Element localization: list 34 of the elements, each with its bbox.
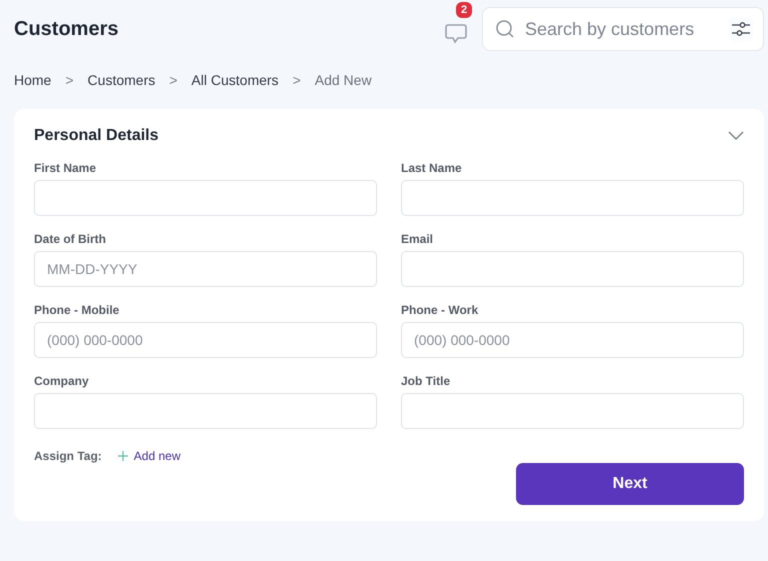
input-field[interactable] [34, 393, 377, 429]
chevron-icon[interactable] [728, 131, 744, 141]
filter-button[interactable] [729, 17, 753, 41]
field-label: Date of Birth [34, 232, 107, 246]
input-field[interactable]: (000) 000-0000 [34, 322, 377, 358]
search-field[interactable]: Search by customers [482, 7, 764, 51]
input-field[interactable]: MM-DD-YYYY [34, 251, 377, 287]
field-label: First Name [34, 161, 98, 175]
breadcrumb-separator: > [169, 72, 178, 88]
add-tag-link[interactable]: Add new [118, 449, 180, 463]
breadcrumb-link[interactable]: All Customers [191, 72, 279, 88]
input-field[interactable] [401, 180, 744, 216]
tag-label: Assign Tag: [34, 449, 102, 463]
field-label: Company [34, 374, 90, 388]
breadcrumb-separator: > [292, 72, 301, 88]
next-button[interactable]: Next [516, 463, 744, 505]
field-label: Phone - Work [401, 303, 480, 317]
section-title: Personal Details [34, 127, 158, 145]
input-field[interactable]: (000) 000-0000 [401, 322, 744, 358]
field-label: Phone - Mobile [34, 303, 120, 317]
field-label: Job Title [401, 374, 452, 388]
sliders-icon [731, 21, 751, 37]
notification-badge: 2 [456, 2, 472, 18]
field-label: Last Name [401, 161, 463, 175]
input-field[interactable] [401, 393, 744, 429]
input-field[interactable] [401, 251, 744, 287]
field-label: Email [401, 232, 434, 246]
input-field[interactable] [34, 180, 377, 216]
breadcrumb-separator: > [65, 72, 74, 88]
plus-icon [118, 451, 128, 461]
breadcrumb-link[interactable]: Home [14, 72, 52, 88]
page-title: Customers [14, 18, 118, 40]
breadcrumb-link[interactable]: Customers [88, 72, 156, 88]
search-icon [495, 19, 515, 39]
